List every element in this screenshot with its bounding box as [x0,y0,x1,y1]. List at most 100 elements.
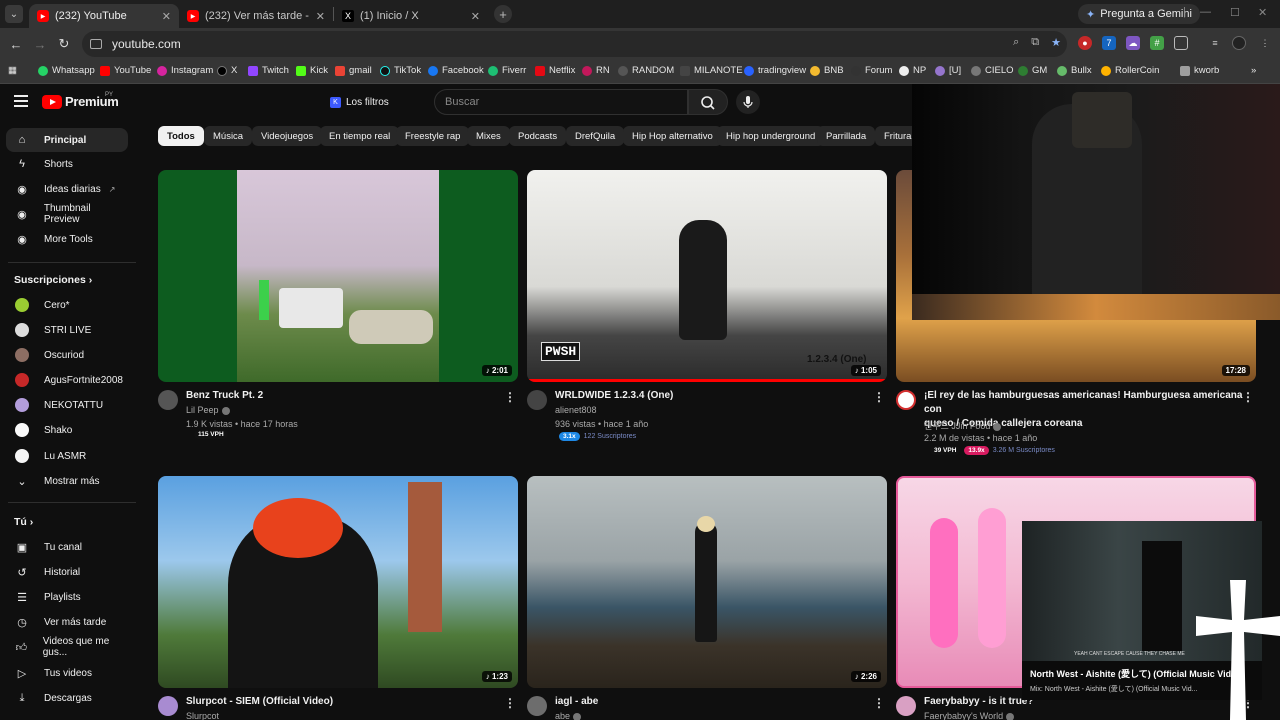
site-info-icon[interactable] [90,39,102,49]
video-title[interactable]: Benz Truck Pt. 2 [186,389,496,403]
chip-videojuegos[interactable]: Videojuegos [252,126,323,146]
bookmark-youtube[interactable]: YouTube [100,65,151,76]
sidebar-sub-item[interactable]: Cero* [6,293,128,317]
sidebar-sub-item[interactable]: Oscuriod [6,343,128,367]
menu-icon[interactable] [14,95,28,107]
sidebar-sub-item[interactable]: AgusFortnite2008 [6,368,128,392]
close-tab-icon[interactable]: ✕ [471,10,480,23]
profile-avatar[interactable] [1232,36,1246,50]
chip-mixes[interactable]: Mixes [467,126,510,146]
you-header[interactable]: Tú › [14,516,33,528]
tab-watch-later[interactable]: ▶ (232) Ver más tarde - YouTube ✕ [179,4,333,28]
video-thumbnail[interactable]: PWSH 1.2.3.4 (One) ♪ 1:05 [527,170,887,382]
extension-grid-icon[interactable]: # [1150,36,1164,50]
close-tab-icon[interactable]: ✕ [162,10,171,23]
sidebar-item-history[interactable]: ↺ Historial [6,560,128,584]
bookmark-rollercoin[interactable]: RollerCoin [1101,65,1159,76]
bookmark-x[interactable]: X [217,65,237,76]
channel-avatar[interactable] [896,390,916,410]
video-thumbnail[interactable]: ♪ 2:26 [527,476,887,688]
bookmark-gm[interactable]: GM [1018,65,1047,76]
channel-name[interactable]: 찐푸드 JJin Food [924,419,1002,432]
chip-hip-hop-alternativo[interactable]: Hip Hop alternativo [623,126,722,146]
chip-freestyle-rap[interactable]: Freestyle rap [396,126,470,146]
bookmark-random[interactable]: RANDOM [618,65,674,76]
forward-icon[interactable]: → [28,37,52,52]
sidebar-sub-item[interactable]: STRI LIVE [6,318,128,342]
tab-search-icon[interactable]: ⌄ [5,5,23,23]
channel-avatar[interactable] [527,696,547,716]
channel-name[interactable]: alienet808 [555,405,597,415]
channel-name[interactable]: Lil Peep [186,405,230,415]
sidebar-sub-item[interactable]: NEKOTATTU [6,393,128,417]
sidebar-sub-item[interactable]: Shako [6,418,128,442]
video-title[interactable]: iagl - abe [555,695,865,709]
bookmark-np[interactable]: NP [899,65,926,76]
channel-avatar[interactable] [896,696,916,716]
more-actions-icon[interactable]: ⋮ [873,696,885,710]
sidebar-item-watch-later[interactable]: ◷ Ver más tarde [6,610,128,634]
browser-menu-icon[interactable]: ⋮ [1258,36,1272,50]
bookmark-bnb[interactable]: BNB [810,65,844,76]
address-bar[interactable]: youtube.com ⌕ ⧉ ★ [82,31,1067,57]
search-button[interactable] [688,89,728,115]
more-actions-icon[interactable]: ⋮ [504,696,516,710]
bookmark-netflix[interactable]: Netflix [535,65,575,76]
maximize-icon[interactable]: ☐ [1230,6,1240,19]
bookmark-rn[interactable]: RN [582,65,610,76]
install-icon[interactable]: ⧉ [1031,36,1039,49]
channel-avatar[interactable] [158,390,178,410]
show-more-button[interactable]: ⌄ Mostrar más [6,469,128,493]
sidebar-item-more-tools[interactable]: ◉ More Tools [6,227,128,251]
bookmark-cielo[interactable]: CIELO [971,65,1014,76]
chip-drefquila[interactable]: DrefQuila [566,126,625,146]
bookmark-gmail[interactable]: gmail [335,65,372,76]
bookmark-u[interactable]: [U] [935,65,961,76]
bookmark-tiktok[interactable]: TikTok [380,65,421,76]
minimize-icon[interactable]: — [1200,6,1211,18]
video-thumbnail[interactable]: ♪ 1:23 [158,476,518,688]
video-title[interactable]: Slurpcot - SIEM (Official Video) [186,695,496,709]
sidebar-item-ideas[interactable]: ◉ Ideas diarias ↗ [6,177,128,201]
chip-todos[interactable]: Todos [158,126,204,146]
sidebar-item-playlists[interactable]: ☰ Playlists [6,585,128,609]
ask-gemini-button[interactable]: ✦ Pregunta a Gemini [1078,4,1200,24]
bookmark-star-icon[interactable]: ★ [1051,36,1061,49]
chip-musica[interactable]: Música [204,126,253,146]
more-actions-icon[interactable]: ⋮ [873,390,885,404]
sidebar-sub-item[interactable]: Lu ASMR [6,444,128,468]
bookmark-twitch[interactable]: Twitch [248,65,289,76]
extension-cloud-icon[interactable]: ☁ [1126,36,1140,50]
bookmark-fiverr[interactable]: Fiverr [488,65,526,76]
search-input[interactable] [445,96,687,108]
sidebar-item-liked-videos[interactable]: 👍︎ Videos que me gus... [6,635,128,659]
tab-youtube[interactable]: ▶ (232) YouTube ✕ [29,4,179,28]
more-actions-icon[interactable]: ⋮ [504,390,516,404]
back-icon[interactable]: ← [4,37,28,52]
bookmark-forum[interactable]: Forum [851,65,892,76]
filters-button[interactable]: K Los filtros [324,92,395,112]
reading-list-icon[interactable]: ≡ [1208,36,1222,50]
reload-icon[interactable]: ↻ [52,36,76,52]
channel-name[interactable]: Faerybabyy's World [924,711,1015,720]
bookmark-facebook[interactable]: Facebook [428,65,484,76]
sidebar-item-downloads[interactable]: ⤓ Descargas [6,686,128,710]
close-window-icon[interactable]: ✕ [1258,6,1267,19]
chip-parrillada[interactable]: Parrillada [817,126,876,146]
bookmark-kworb[interactable]: kworb [1180,65,1219,76]
chip-podcasts[interactable]: Podcasts [509,126,567,146]
close-tab-icon[interactable]: ✕ [316,10,325,23]
sidebar-item-shorts[interactable]: ϟ Shorts [6,152,128,176]
bookmark-tradingview[interactable]: tradingview [744,65,806,76]
video-card[interactable]: ♪ 2:01 Benz Truck Pt. 2 Lil Peep 1.9 K v… [158,170,518,439]
apps-grid-icon[interactable]: ▦ [8,65,17,76]
subscriptions-header[interactable]: Suscripciones › [14,274,92,286]
bookmark-kick[interactable]: Kick [296,65,328,76]
bookmark-bullx[interactable]: Bullx [1057,65,1092,76]
channel-name[interactable]: Slurpcot [186,711,219,720]
video-card[interactable]: PWSH 1.2.3.4 (One) ♪ 1:05 WRLDWIDE 1.2.3… [527,170,887,441]
channel-avatar[interactable] [158,696,178,716]
url-text[interactable]: youtube.com [112,37,181,51]
bookmark-milanote[interactable]: MILANOTE [680,65,743,76]
extension-translate-icon[interactable]: 7 [1102,36,1116,50]
